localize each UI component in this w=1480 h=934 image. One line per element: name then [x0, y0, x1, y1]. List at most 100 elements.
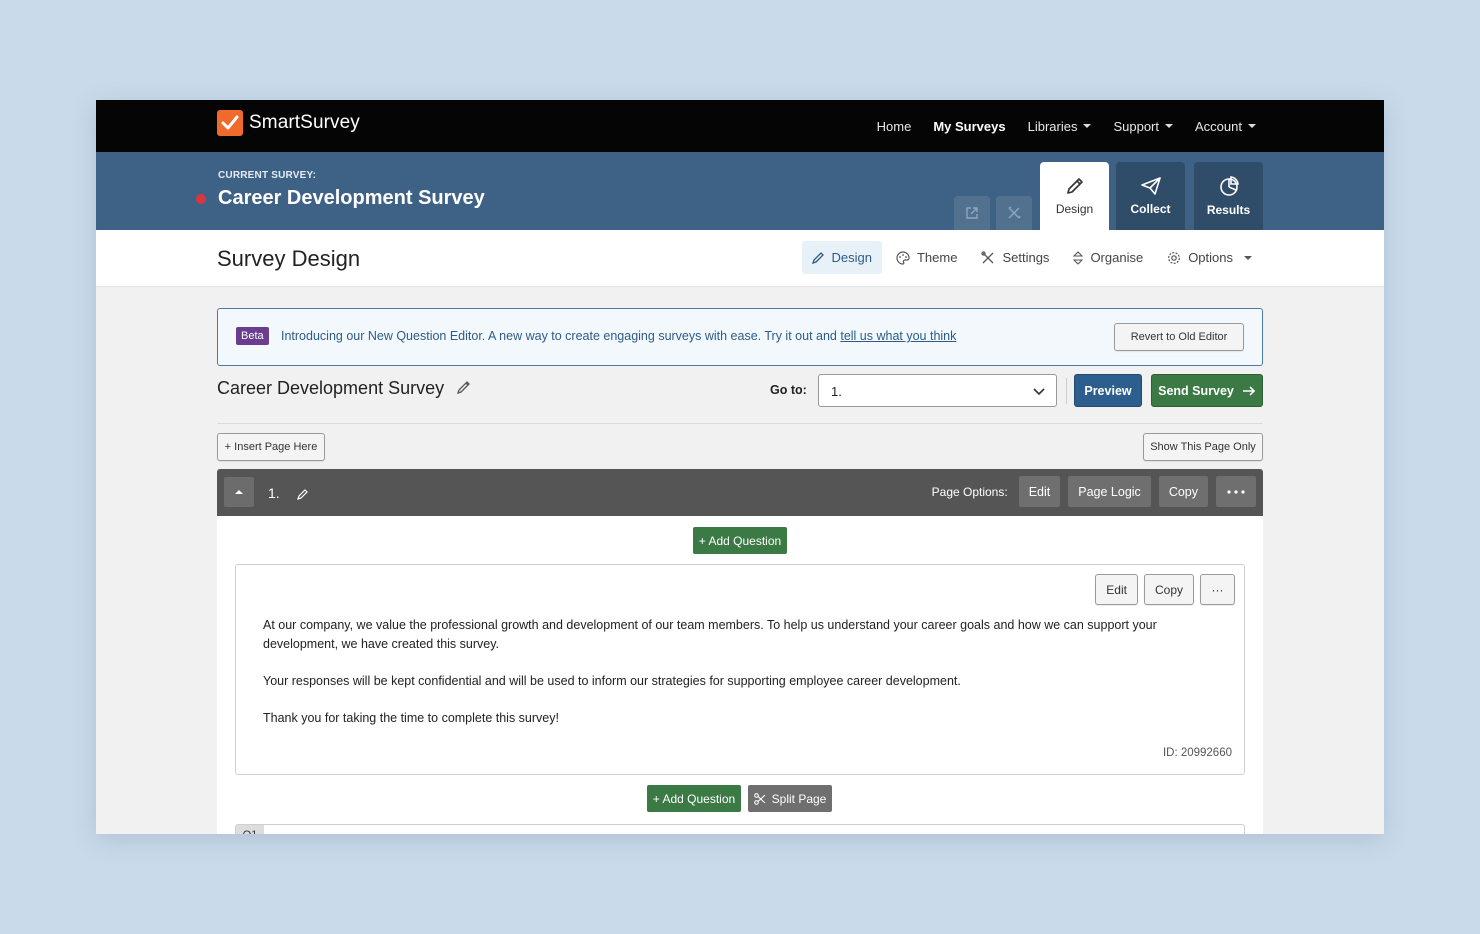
caret-down-icon	[1244, 255, 1252, 260]
split-page-button[interactable]: Split Page	[748, 785, 832, 812]
open-external-button[interactable]	[954, 196, 990, 230]
tab-design-label: Design	[1055, 202, 1094, 216]
add-question-button[interactable]: + Add Question	[693, 527, 787, 554]
nav-account-label: Account	[1195, 118, 1242, 134]
tab-collect[interactable]: Collect	[1116, 162, 1185, 230]
scissors-icon	[753, 792, 766, 805]
edit-page-title-button[interactable]	[297, 487, 309, 505]
palette-icon	[896, 250, 910, 265]
edit-survey-name-button[interactable]	[456, 380, 471, 399]
nav-libraries-label: Libraries	[1027, 118, 1078, 134]
nav-home-label: Home	[876, 118, 912, 134]
revert-editor-button[interactable]: Revert to Old Editor	[1114, 323, 1244, 351]
current-survey-title: Career Development Survey	[218, 187, 485, 209]
nav-my-surveys[interactable]: My Surveys	[933, 119, 1005, 134]
tools-icon	[1008, 206, 1021, 219]
question-more-button[interactable]: ···	[1200, 574, 1235, 605]
beta-banner: Beta Introducing our New Question Editor…	[217, 308, 1263, 366]
pencil-icon	[1066, 178, 1083, 194]
subtab-settings-label: Settings	[1002, 250, 1050, 265]
subtab-design-label: Design	[831, 250, 872, 265]
feedback-link[interactable]: tell us what you think	[840, 329, 956, 343]
intro-paragraph: At our company, we value the professiona…	[263, 618, 1157, 651]
survey-toolbar: Career Development Survey Go to: 1. Prev…	[217, 374, 1263, 424]
nav-support[interactable]: Support	[1113, 118, 1174, 134]
beta-badge: Beta	[236, 327, 269, 345]
brand-logo[interactable]: SmartSurvey	[217, 110, 360, 136]
subtab-organise-label: Organise	[1090, 250, 1144, 265]
question-text: At our company, we value the professiona…	[263, 616, 1183, 746]
subtab-design[interactable]: Design	[801, 241, 882, 274]
add-question-button[interactable]: + Add Question	[647, 785, 741, 812]
survey-name: Career Development Survey	[217, 378, 445, 398]
beta-message: Introducing our New Question Editor. A n…	[281, 329, 956, 343]
collapse-page-button[interactable]	[224, 477, 254, 507]
main-nav: Home My Surveys Libraries Support Accoun…	[877, 100, 1256, 152]
beta-message-text: Introducing our New Question Editor. A n…	[281, 329, 841, 343]
page-logic-button[interactable]: Page Logic	[1068, 476, 1151, 507]
goto-page-select[interactable]: 1.	[818, 374, 1057, 407]
goto-label: Go to:	[770, 383, 807, 397]
intro-paragraph: Your responses will be kept confidential…	[263, 674, 961, 688]
sub-header: Survey Design Design Theme Settings Orga…	[96, 230, 1384, 287]
insert-page-button[interactable]: + Insert Page Here	[217, 433, 325, 461]
subtab-options-label: Options	[1188, 250, 1233, 265]
pencil-icon	[811, 252, 824, 264]
subtab-settings[interactable]: Settings	[971, 241, 1059, 274]
gear-icon	[1168, 251, 1181, 264]
page-options-label: Page Options:	[931, 484, 1008, 499]
ellipsis-icon	[1227, 489, 1245, 494]
subtab-theme[interactable]: Theme	[886, 241, 967, 274]
tools-button[interactable]	[996, 196, 1032, 230]
survey-status-dot	[196, 194, 206, 204]
pencil-icon	[456, 381, 470, 395]
current-survey-bar: CURRENT SURVEY: Career Development Surve…	[96, 152, 1384, 230]
nav-support-label: Support	[1113, 118, 1160, 134]
nav-account[interactable]: Account	[1195, 119, 1256, 134]
chevron-down-icon	[1033, 388, 1045, 396]
nav-my-surveys-label: My Surveys	[933, 118, 1006, 134]
tab-results-label: Results	[1206, 203, 1251, 217]
intro-paragraph: Thank you for taking the time to complet…	[263, 711, 559, 725]
toolbar-divider	[1066, 378, 1067, 404]
app-window: SmartSurvey Home My Surveys Libraries Su…	[96, 100, 1384, 834]
brand-name: SmartSurvey	[249, 112, 360, 133]
page-number: 1.	[268, 485, 280, 501]
question-edit-button[interactable]: Edit	[1095, 574, 1138, 605]
caret-up-icon	[235, 490, 243, 494]
main-content: Beta Introducing our New Question Editor…	[217, 308, 1263, 834]
goto-selected-value: 1.	[831, 384, 842, 399]
page-edit-button[interactable]: Edit	[1018, 476, 1061, 507]
paper-plane-icon	[1140, 177, 1161, 195]
checkmark-logo-icon	[217, 110, 243, 136]
send-survey-label: Send Survey	[1158, 383, 1234, 398]
page-copy-button[interactable]: Copy	[1158, 476, 1208, 507]
question-insert-actions: + Add Question Split Page	[647, 785, 832, 812]
nav-libraries[interactable]: Libraries	[1028, 119, 1092, 134]
external-link-icon	[966, 207, 978, 219]
subtab-options[interactable]: Options	[1157, 241, 1262, 274]
tab-design[interactable]: Design	[1040, 162, 1109, 230]
preview-button[interactable]: Preview	[1074, 374, 1142, 407]
page-block: 1. Page Options: Edit Page Logic Copy + …	[217, 469, 1263, 834]
subtab-organise[interactable]: Organise	[1063, 241, 1153, 274]
pie-chart-icon	[1219, 176, 1239, 196]
page-more-button[interactable]	[1216, 476, 1256, 507]
page-options: Page Options: Edit Page Logic Copy	[932, 476, 1256, 507]
nav-home[interactable]: Home	[877, 119, 912, 134]
question-card: Edit Copy ··· At our company, we value t…	[235, 564, 1245, 775]
tools-icon	[981, 250, 994, 263]
caret-down-icon	[1248, 124, 1256, 128]
question-card-q1: Q1	[235, 824, 1245, 834]
show-page-only-button[interactable]: Show This Page Only	[1143, 433, 1263, 461]
pencil-icon	[297, 489, 308, 500]
send-survey-button[interactable]: Send Survey	[1151, 374, 1263, 407]
page-actions-row: + Insert Page Here Show This Page Only	[217, 433, 1263, 469]
sort-icon	[1073, 250, 1084, 265]
tab-collect-label: Collect	[1130, 202, 1171, 216]
tab-results[interactable]: Results	[1194, 162, 1263, 230]
question-copy-button[interactable]: Copy	[1143, 574, 1194, 605]
split-page-label: Split Page	[771, 791, 827, 806]
caret-down-icon	[1083, 124, 1092, 128]
current-survey-label: CURRENT SURVEY:	[218, 170, 317, 181]
